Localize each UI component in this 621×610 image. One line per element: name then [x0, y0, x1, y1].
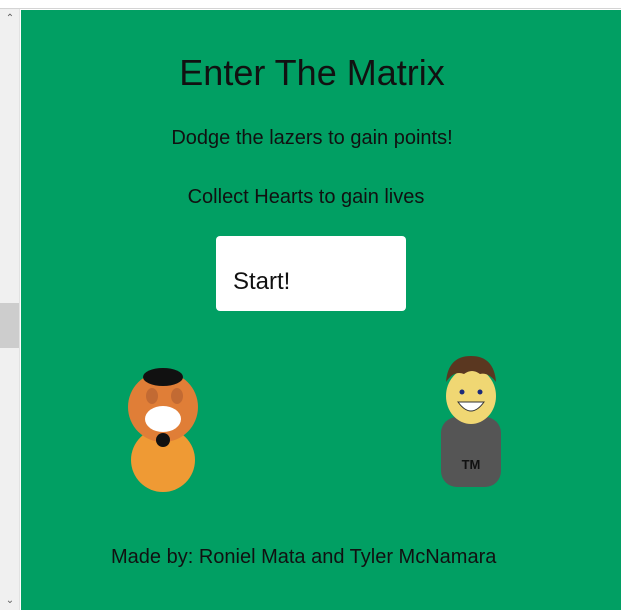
credits-text: Made by: Roniel Mata and Tyler McNamara [111, 546, 497, 568]
instruction-dodge: Dodge the lazers to gain points! [171, 127, 453, 149]
start-button[interactable]: Start! [216, 236, 406, 311]
character-eye-right [477, 389, 483, 395]
character-smile [145, 406, 181, 432]
character-shirt [441, 417, 501, 487]
instruction-hearts: Collect Hearts to gain lives [187, 186, 425, 208]
chevron-down-icon: ⌄ [5, 595, 15, 606]
character-head [446, 368, 496, 424]
vertical-scrollbar[interactable]: ⌃ ⌄ [0, 9, 20, 610]
scroll-thumb[interactable] [0, 303, 19, 348]
scroll-up-arrow[interactable]: ⌃ [0, 10, 20, 27]
character-eye-right [171, 388, 183, 404]
top-border [0, 0, 621, 9]
shirt-text: TM [462, 457, 481, 472]
chevron-up-icon: ⌃ [5, 13, 15, 24]
tyler-character: TM [441, 356, 501, 487]
character-beard [156, 433, 170, 447]
scroll-down-arrow[interactable]: ⌄ [0, 592, 20, 609]
character-eye-left [146, 388, 158, 404]
browser-frame: ⌃ ⌄ Enter The Matrix Dodge the lazers to… [0, 0, 621, 610]
game-title: Enter The Matrix [179, 52, 445, 93]
game-screen: Enter The Matrix Dodge the lazers to gai… [21, 10, 621, 610]
roniel-character [128, 368, 198, 492]
character-eye-left [459, 389, 465, 395]
character-hair [143, 368, 183, 386]
